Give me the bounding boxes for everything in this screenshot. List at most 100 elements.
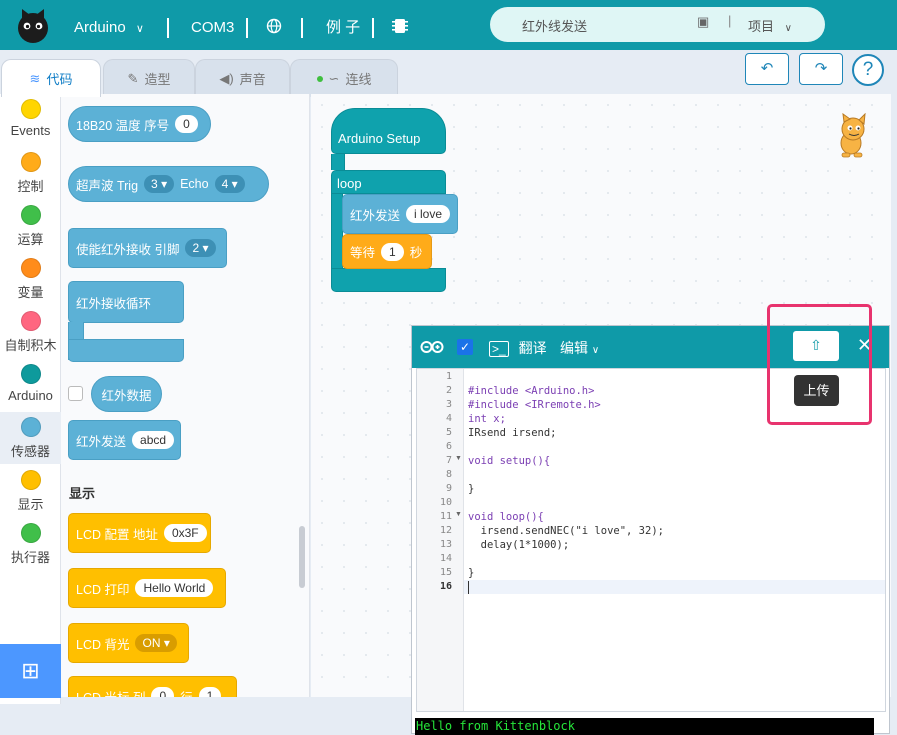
block-ir-data[interactable]: 红外数据 xyxy=(91,376,162,412)
block-input[interactable]: 0 xyxy=(175,115,198,133)
line-number: 1 xyxy=(445,371,452,382)
block-label: LCD 光标 列 xyxy=(76,687,145,698)
line-number: 8 xyxy=(445,469,452,480)
add-extension-icon: ⊞ xyxy=(21,658,40,683)
block-lcd-config[interactable]: LCD 配置 地址 0x3F xyxy=(68,513,211,553)
code-line: void loop(){ xyxy=(468,511,544,523)
block-input[interactable]: 1 xyxy=(198,687,222,697)
category-dot-icon xyxy=(20,311,41,331)
add-extension-button[interactable]: ⊞ xyxy=(0,644,61,698)
block-label: 秒 xyxy=(409,246,423,260)
translate-button[interactable]: >_ 翻译 xyxy=(489,338,547,358)
block-label: loop xyxy=(337,176,362,191)
save-icon[interactable]: ▣ xyxy=(697,14,709,30)
fold-icon[interactable]: ▼ xyxy=(455,455,462,462)
category-arduino[interactable]: Arduino xyxy=(0,359,61,411)
sprite-cat-icon[interactable] xyxy=(829,113,875,159)
block-dropdown[interactable]: ON ▾ xyxy=(135,634,177,652)
tab-wiring[interactable]: ∽ 连线 xyxy=(290,59,398,97)
category-display[interactable]: 显示 xyxy=(0,465,61,517)
palette-scrollbar[interactable] xyxy=(299,526,305,588)
block-ultrasonic[interactable]: 超声波 Trig 3 ▾ Echo 4 ▾ xyxy=(68,166,269,202)
examples-button[interactable]: 例 子 xyxy=(326,0,360,50)
block-loop[interactable]: loop xyxy=(331,170,446,194)
sync-checkbox[interactable]: ✓ xyxy=(457,339,473,355)
block-label: 18B20 温度 序号 xyxy=(76,118,170,133)
arduino-logo-icon xyxy=(420,341,444,353)
tab-costumes[interactable]: ✎ 造型 xyxy=(103,59,195,97)
code-line: void setup(){ xyxy=(468,455,551,467)
category-control[interactable]: 控制 xyxy=(0,147,61,199)
dropdown-value: 4 xyxy=(221,177,229,191)
block-input[interactable]: abcd xyxy=(132,431,175,449)
kittenblock-logo[interactable] xyxy=(14,6,52,44)
category-menu: Events 控制 运算 变量 自制积木 Arduino 传感器 显示 执行器 xyxy=(0,94,61,704)
block-arduino-setup[interactable]: Arduino Setup xyxy=(331,108,446,154)
brush-icon: ✎ xyxy=(127,70,139,86)
upload-button[interactable]: ⇧ xyxy=(793,331,839,361)
line-number: 12 xyxy=(439,525,452,536)
board-selector[interactable]: Arduino ∨ xyxy=(74,0,144,50)
category-dot-icon xyxy=(20,470,41,490)
category-label: 执行器 xyxy=(10,550,50,565)
loop-foot xyxy=(331,268,446,292)
project-menu[interactable]: 项目 ∨ xyxy=(748,16,792,35)
tab-code[interactable]: ≋ 代码 xyxy=(1,59,101,97)
undo-button[interactable]: ↶ xyxy=(745,53,789,85)
category-events[interactable]: Events xyxy=(0,94,61,146)
divider xyxy=(372,18,374,38)
ir-data-checkbox[interactable] xyxy=(68,386,83,401)
block-ir-enable[interactable]: 使能红外接收 引脚 2 ▾ xyxy=(68,228,227,268)
block-ir-loop[interactable]: 红外接收循环 xyxy=(68,281,184,323)
fold-icon[interactable]: ▼ xyxy=(455,511,462,518)
upload-icon: ⇧ xyxy=(810,337,822,353)
tab-sounds[interactable]: ◀) 声音 xyxy=(195,59,290,97)
block-lcd-cursor[interactable]: LCD 光标 列 0 行 1 xyxy=(68,676,237,697)
block-dropdown[interactable]: 2 ▾ xyxy=(185,239,216,257)
block-input[interactable]: i love xyxy=(406,205,451,223)
block-input[interactable]: 1 xyxy=(381,242,404,261)
block-input[interactable]: 0 xyxy=(151,687,175,697)
code-line: #include <Arduino.h> xyxy=(468,385,595,397)
block-dropdown[interactable]: 4 ▾ xyxy=(214,175,245,193)
help-button[interactable]: ? xyxy=(852,54,884,86)
category-label: 自制积木 xyxy=(4,338,57,353)
project-bar: 红外线发送 ▣ | 项目 ∨ xyxy=(490,7,825,42)
edit-menu[interactable]: 编辑 ∨ xyxy=(560,338,599,358)
block-input[interactable]: Hello World xyxy=(135,579,214,597)
block-label: 超声波 Trig xyxy=(76,178,139,193)
block-lcd-print[interactable]: LCD 打印 Hello World xyxy=(68,568,226,608)
block-wait[interactable]: 等待 1 秒 xyxy=(342,234,432,269)
block-label: LCD 背光 xyxy=(76,637,130,652)
category-dot-icon xyxy=(20,258,41,278)
block-lcd-backlight[interactable]: LCD 背光 ON ▾ xyxy=(68,623,189,663)
code-line: } xyxy=(468,567,475,579)
port-selector[interactable]: COM3 xyxy=(191,0,234,50)
block-label: 使能红外接收 引脚 xyxy=(76,242,180,257)
chevron-down-icon: ∨ xyxy=(784,23,792,34)
category-operators[interactable]: 运算 xyxy=(0,200,61,252)
category-my-blocks[interactable]: 自制积木 xyxy=(0,306,61,358)
block-palette: 18B20 温度 序号 0 超声波 Trig 3 ▾ Echo 4 ▾ 使能红外… xyxy=(61,94,310,697)
block-dropdown[interactable]: 3 ▾ xyxy=(144,175,175,193)
block-input[interactable]: 0x3F xyxy=(163,524,207,542)
block-ds18b20[interactable]: 18B20 温度 序号 0 xyxy=(68,106,211,142)
dropdown-value: ON xyxy=(142,636,161,650)
block-ir-loop-foot xyxy=(68,339,184,362)
category-dot-icon xyxy=(20,417,41,437)
language-button[interactable] xyxy=(266,0,282,50)
chevron-down-icon: ∨ xyxy=(591,345,600,356)
check-icon: ✓ xyxy=(459,340,471,354)
line-number: 14 xyxy=(439,553,452,564)
category-actuators[interactable]: 执行器 xyxy=(0,518,61,570)
block-ir-send-placed[interactable]: 红外发送 i love xyxy=(342,194,458,234)
redo-button[interactable]: ↷ xyxy=(799,53,843,85)
category-sensors[interactable]: 传感器 xyxy=(0,412,61,464)
status-dot-icon xyxy=(316,75,323,82)
hardware-button[interactable] xyxy=(392,0,408,50)
upload-highlight-frame xyxy=(767,304,872,425)
category-variables[interactable]: 变量 xyxy=(0,253,61,305)
project-name-input[interactable]: 红外线发送 xyxy=(522,16,587,35)
block-ir-send[interactable]: 红外发送 abcd xyxy=(68,420,181,460)
line-number: 16 xyxy=(439,581,452,592)
